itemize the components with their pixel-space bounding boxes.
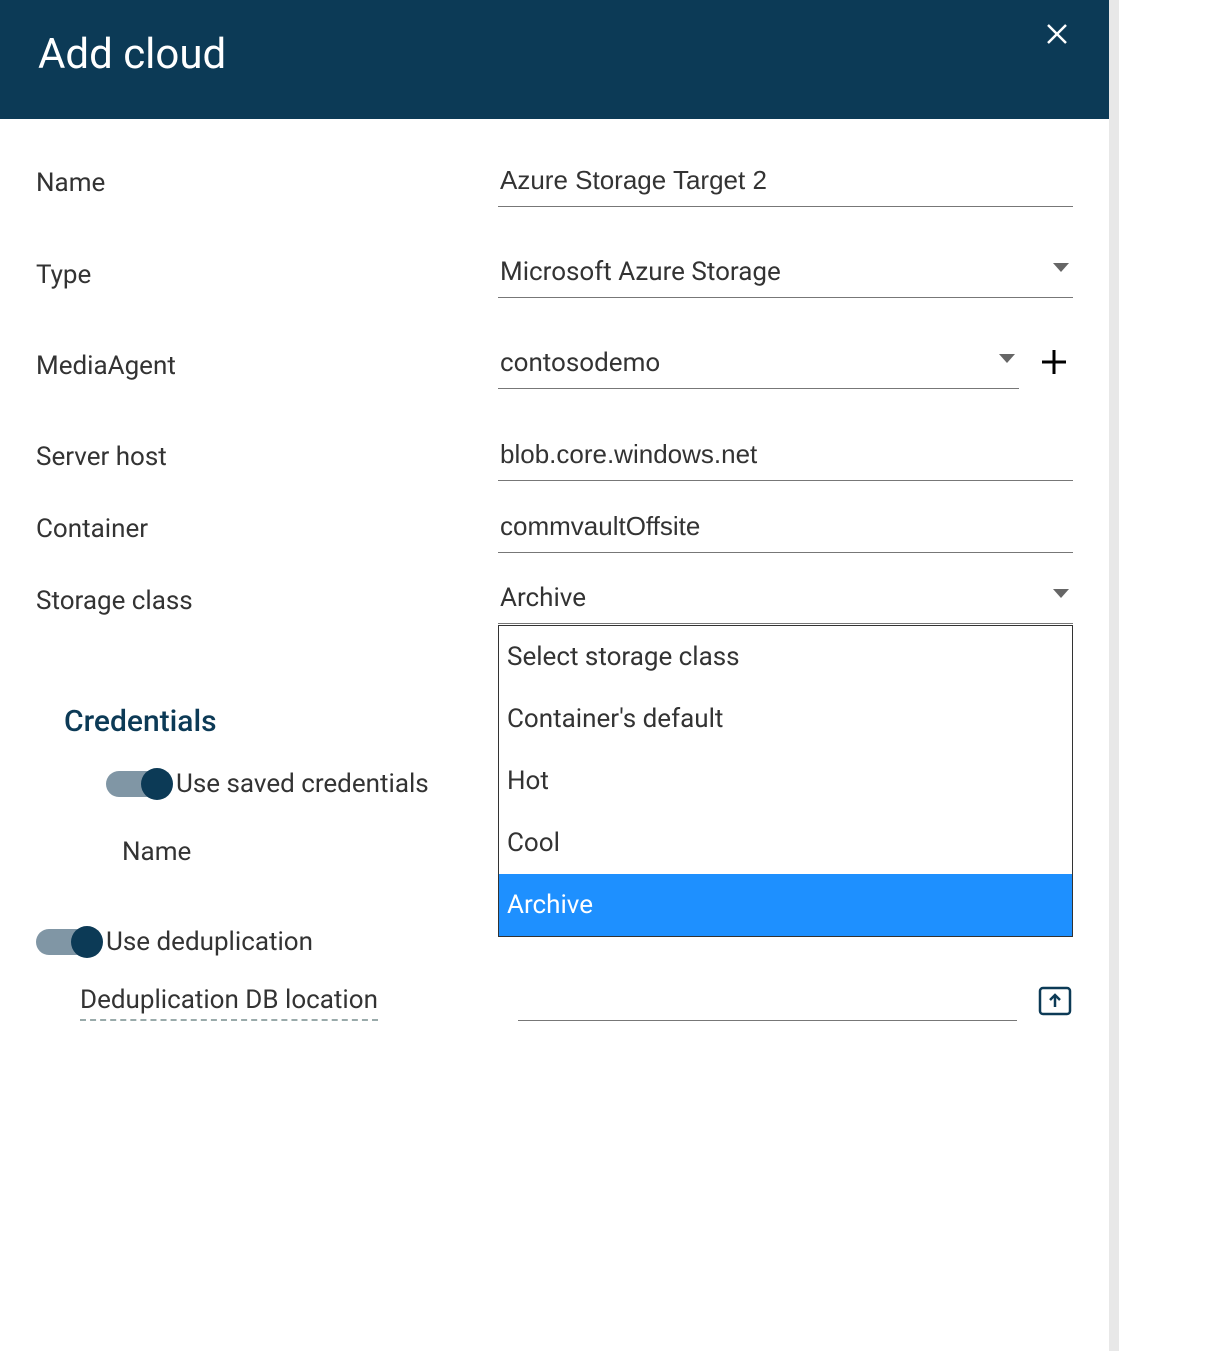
dialog-header: Add cloud [0, 0, 1109, 119]
mediaagent-select-value: contosodemo [498, 342, 1019, 389]
dialog-body: Name Type Microsoft Azure Storage MediaA… [0, 119, 1109, 1351]
server-host-input[interactable] [498, 433, 1073, 481]
browse-dedup-location-button[interactable] [1037, 985, 1073, 1021]
caret-down-icon [1053, 263, 1069, 272]
storage-class-option-placeholder[interactable]: Select storage class [499, 626, 1072, 688]
use-saved-credentials-toggle[interactable] [106, 771, 170, 797]
credential-name-label: Name [122, 837, 191, 867]
close-button[interactable] [1043, 20, 1071, 48]
storage-class-select-value: Archive [498, 577, 1073, 624]
use-deduplication-label: Use deduplication [106, 927, 313, 957]
label-type: Type [36, 260, 498, 290]
storage-class-option[interactable]: Hot [499, 750, 1072, 812]
storage-class-option[interactable]: Container's default [499, 688, 1072, 750]
type-select[interactable]: Microsoft Azure Storage [498, 251, 1073, 298]
add-cloud-dialog: Add cloud Name Type Microsoft Azure Stor… [0, 0, 1119, 1351]
browse-upload-icon [1037, 985, 1073, 1017]
row-container: Container [36, 505, 1073, 553]
dedup-db-location-input[interactable] [518, 987, 1017, 1021]
storage-class-option[interactable]: Cool [499, 812, 1072, 874]
use-saved-credentials-label: Use saved credentials [176, 769, 429, 799]
label-name: Name [36, 168, 498, 198]
label-mediaagent: MediaAgent [36, 351, 498, 381]
dialog-title: Add cloud [38, 30, 226, 79]
caret-down-icon [999, 354, 1015, 363]
row-mediaagent: MediaAgent contosodemo [36, 342, 1073, 389]
label-server-host: Server host [36, 442, 498, 472]
caret-down-icon [1053, 589, 1069, 598]
name-input[interactable] [498, 159, 1073, 207]
mediaagent-select[interactable]: contosodemo [498, 342, 1019, 389]
use-deduplication-toggle[interactable] [36, 929, 100, 955]
add-mediaagent-button[interactable] [1035, 347, 1073, 384]
row-storage-class: Storage class Archive Select storage cla… [36, 577, 1073, 624]
toggle-knob [71, 926, 103, 958]
storage-class-select[interactable]: Archive Select storage class Container's… [498, 577, 1073, 624]
container-input[interactable] [498, 505, 1073, 553]
close-icon [1046, 23, 1068, 45]
row-server-host: Server host [36, 433, 1073, 481]
storage-class-option[interactable]: Archive [499, 874, 1072, 936]
type-select-value: Microsoft Azure Storage [498, 251, 1073, 298]
toggle-knob [141, 768, 173, 800]
row-name: Name [36, 159, 1073, 207]
row-dedup-db-location: Deduplication DB location [36, 985, 1073, 1021]
storage-class-dropdown: Select storage class Container's default… [498, 625, 1073, 937]
dedup-db-location-label: Deduplication DB location [80, 985, 378, 1021]
label-container: Container [36, 514, 498, 544]
plus-icon [1039, 347, 1069, 377]
row-type: Type Microsoft Azure Storage [36, 251, 1073, 298]
label-storage-class: Storage class [36, 586, 498, 616]
